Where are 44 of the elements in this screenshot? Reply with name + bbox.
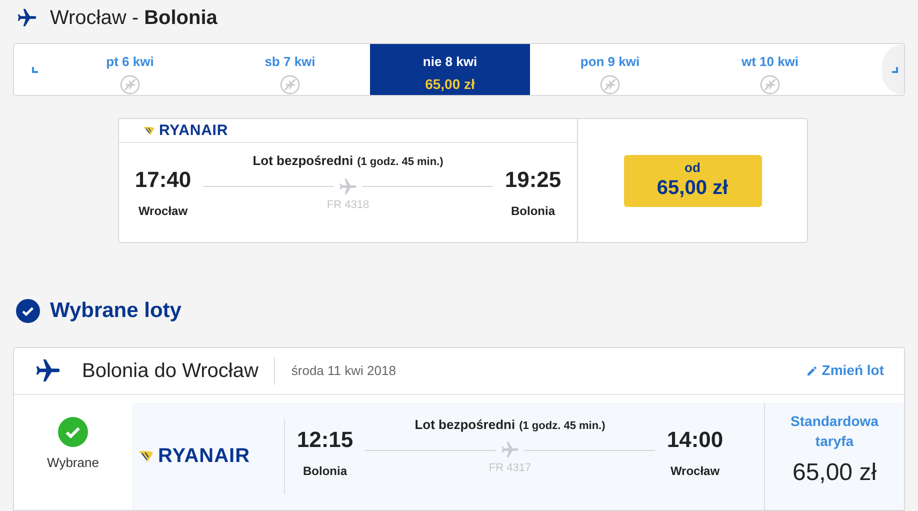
departure-time: 17:40 [134, 166, 192, 194]
check-circle-icon [16, 298, 40, 323]
harp-logo-icon [138, 450, 154, 463]
airplane-icon [500, 440, 520, 460]
section-title: Wybrane loty [50, 298, 182, 324]
price-button[interactable]: od 65,00 zł [624, 154, 762, 206]
arrival-city: Bolonia [511, 203, 555, 220]
airplane-icon [338, 176, 358, 196]
flight-type: Lot bezpośredni [414, 416, 516, 434]
airline-logo-text: RYANAIR [158, 446, 250, 466]
next-button[interactable] [882, 44, 904, 95]
change-flight-link[interactable]: Zmień lot [806, 360, 884, 381]
fare-name: Standardowa taryfa [790, 412, 880, 450]
pencil-icon [806, 364, 818, 376]
departure-city: Bolonia [303, 462, 347, 480]
airplane-icon [16, 6, 38, 28]
flight-number: FR 4318 [326, 198, 370, 212]
flight-duration: (1 godz. 45 min.) [357, 155, 444, 170]
date-tab[interactable]: pt 6 kwi [50, 44, 210, 95]
check-circle-icon [58, 416, 88, 446]
harp-logo-icon [143, 126, 155, 136]
selected-status: Wybrane [47, 454, 99, 472]
arrival-time: 14:00 [666, 426, 724, 454]
arrival-city: Wrocław [670, 462, 720, 480]
no-flight-icon [759, 74, 781, 95]
no-flight-icon [279, 74, 301, 95]
departure-time: 12:15 [296, 426, 354, 454]
flight-type: Lot bezpośredni [252, 152, 354, 170]
date-price: 65,00 zł [425, 74, 475, 94]
airline-logo-text: RYANAIR [159, 123, 228, 138]
flight-duration: (1 godz. 45 min.) [519, 418, 606, 434]
flight-date: środa 11 kwi 2018 [291, 362, 396, 380]
fare-price: 65,00 zł [792, 458, 877, 488]
no-flight-icon [119, 74, 141, 95]
date-tab[interactable]: sb 7 kwi [210, 44, 370, 95]
date-tab[interactable]: wt 10 kwi [690, 44, 850, 95]
date-tab[interactable]: pon 9 kwi [530, 44, 690, 95]
flight-title: Bolonia do Wrocław [82, 358, 258, 384]
airplane-icon [34, 356, 62, 384]
no-flight-icon [599, 74, 621, 95]
date-tab[interactable]: nie 8 kwi 65,00 zł [370, 44, 530, 95]
departure-city: Wrocław [138, 203, 188, 220]
route-title: Wrocław - Bolonia [50, 6, 218, 30]
arrival-time: 19:25 [504, 166, 562, 194]
